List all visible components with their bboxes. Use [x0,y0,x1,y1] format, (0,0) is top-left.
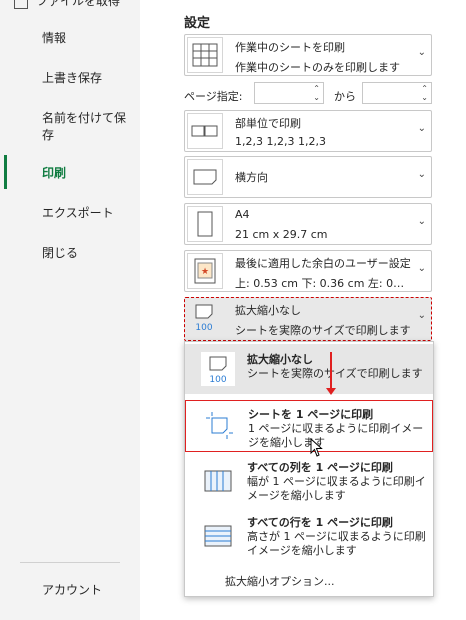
margins-desc: 上: 0.53 cm 下: 0.36 cm 左: 0… [235,277,405,290]
pages-row: ページ指定: ⌃ ⌄ から ⌃ ⌄ [184,82,434,106]
chevron-down-icon: ⌄ [417,169,426,180]
sidebar-item-close[interactable]: 閉じる [42,245,78,262]
menu-item-title: すべての行を 1 ページに印刷 [247,516,393,529]
paper-title: A4 [235,208,250,221]
scaling-options-link[interactable]: 拡大縮小オプション... [225,573,335,589]
mouse-cursor-icon [310,437,324,462]
paper-icon [187,206,223,242]
menu-item-no-scaling[interactable]: 100 拡大縮小なし シートを実際のサイズで印刷します [185,344,433,394]
print-settings-pane: 設定 作業中のシートを印刷 作業中のシートのみを印刷します ⌄ ページ指定: ⌃… [140,0,466,620]
sidebar-item-get-add-ins[interactable]: ファイルを取得 [14,0,120,9]
chevron-down-icon: ⌄ [417,123,426,134]
collated-icon [187,113,223,149]
menu-item-desc: 1 ページに収まるように印刷イメージを縮小します [248,422,424,449]
annotation-arrow [330,352,332,390]
sidebar-item-save-as[interactable]: 名前を付けて保存 [42,110,132,144]
collate-dropdown[interactable]: 部単位で印刷 1,2,3 1,2,3 1,2,3 ⌄ [184,110,432,152]
scaling-title: 拡大縮小なし [235,304,301,317]
menu-item-desc: シートを実際のサイズで印刷します [247,367,423,380]
pages-to-label: から [334,90,356,103]
active-indicator [4,155,7,189]
menu-item-desc: 幅が 1 ページに収まるように印刷イメージを縮小します [247,475,426,502]
add-ins-icon [14,0,28,9]
margins-title: 最後に適用した余白のユーザー設定 [235,257,411,270]
sidebar-item-info[interactable]: 情報 [42,30,66,47]
sidebar-divider [20,562,120,563]
fit-sheet-icon [202,409,236,443]
pages-label: ページ指定: [184,90,243,103]
menu-item-fit-rows[interactable]: すべての行を 1 ページに印刷 高さが 1 ページに収まるように印刷イメージを縮… [185,510,433,564]
menu-item-title: シートを 1 ページに印刷 [248,408,374,421]
sidebar-item-account[interactable]: アカウント [42,582,102,599]
svg-text:★: ★ [201,267,209,277]
paper-size-dropdown[interactable]: A4 21 cm x 29.7 cm ⌄ [184,203,432,245]
scaling-menu: 100 拡大縮小なし シートを実際のサイズで印刷します シートを 1 ページに印… [184,341,434,597]
scaling-desc: シートを実際のサイズで印刷します [235,324,411,337]
collate-title: 部単位で印刷 [235,117,301,130]
settings-title: 設定 [184,16,211,31]
spinner-icon[interactable]: ⌃ ⌄ [313,84,320,102]
chevron-down-icon: ⌄ [417,310,426,321]
chevron-down-icon: ⌄ [417,263,426,274]
pages-from-input[interactable]: ⌃ ⌄ [254,82,324,104]
margins-dropdown[interactable]: ★ 最後に適用した余白のユーザー設定 上: 0.53 cm 下: 0.36 cm… [184,250,432,292]
paper-desc: 21 cm x 29.7 cm [235,228,328,241]
annotation-arrow-head [326,388,336,395]
no-scaling-icon: 100 [187,300,223,336]
chevron-down-icon: ⌄ [417,47,426,58]
landscape-icon [187,159,223,195]
menu-item-fit-columns[interactable]: すべての列を 1 ページに印刷 幅が 1 ページに収まるように印刷イメージを縮小… [185,455,433,509]
orientation-dropdown[interactable]: 横方向 ⌄ [184,156,432,198]
scaling-icon-text: 100 [195,323,212,333]
orientation-title: 横方向 [235,171,268,184]
sidebar-item-export[interactable]: エクスポート [42,205,114,222]
backstage-sidebar: ファイルを取得 情報 上書き保存 名前を付けて保存 印刷 エクスポート 閉じる … [0,0,140,620]
collate-desc: 1,2,3 1,2,3 1,2,3 [235,135,326,148]
print-what-desc: 作業中のシートのみを印刷します [235,61,400,74]
chevron-down-icon: ⌄ [417,216,426,227]
no-scaling-icon: 100 [201,352,235,386]
print-what-dropdown[interactable]: 作業中のシートを印刷 作業中のシートのみを印刷します ⌄ [184,34,432,76]
fit-columns-icon [201,465,235,499]
margins-icon: ★ [187,253,223,289]
sidebar-item-save[interactable]: 上書き保存 [42,70,102,87]
scaling-dropdown[interactable]: 100 拡大縮小なし シートを実際のサイズで印刷します ⌄ [184,297,432,341]
menu-item-title: 拡大縮小なし [247,353,313,366]
menu-item-desc: 高さが 1 ページに収まるように印刷イメージを縮小します [247,530,426,557]
sidebar-item-print[interactable]: 印刷 [42,165,66,182]
sheet-grid-icon [187,37,223,73]
spinner-icon[interactable]: ⌃ ⌄ [421,84,428,102]
menu-icon-text: 100 [209,375,226,385]
print-what-title: 作業中のシートを印刷 [235,41,345,54]
pages-to-input[interactable]: ⌃ ⌄ [362,82,432,104]
menu-item-fit-sheet[interactable]: シートを 1 ページに印刷 1 ページに収まるように印刷イメージを縮小します [185,400,433,452]
fit-rows-icon [201,520,235,554]
